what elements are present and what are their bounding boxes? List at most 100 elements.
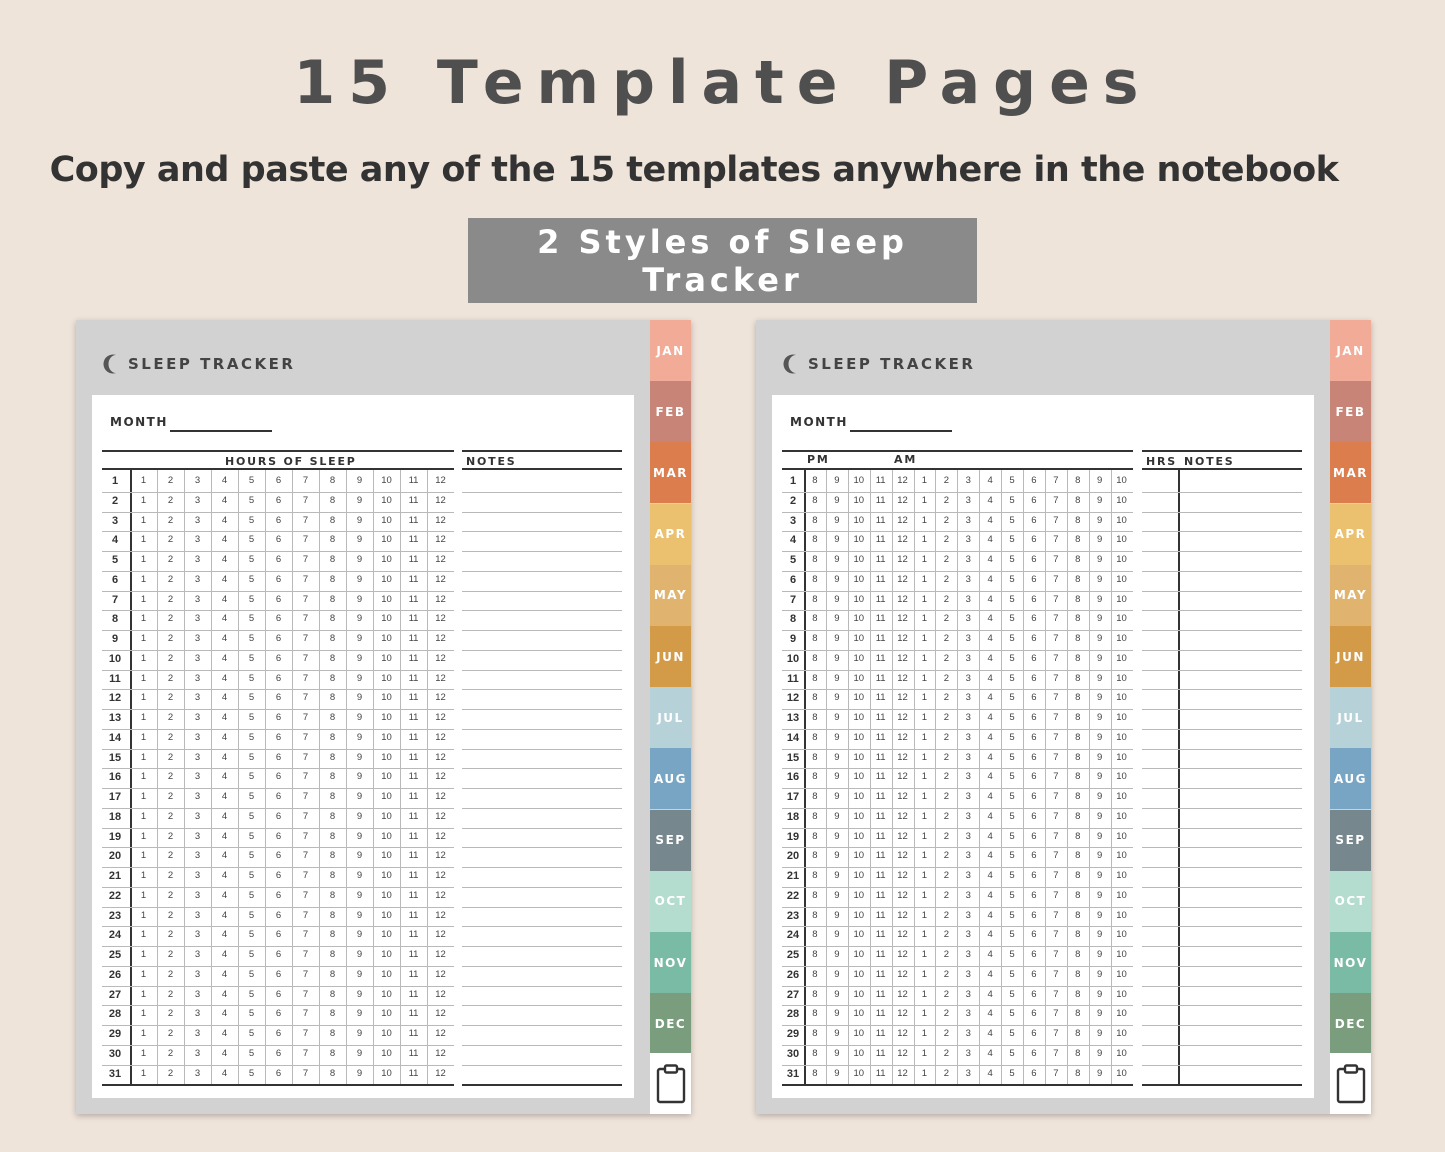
time-cell[interactable]: 3 [957,728,979,747]
time-cell[interactable]: 11 [870,945,892,964]
hour-cell[interactable]: 5 [238,530,265,549]
time-cell[interactable]: 10 [1111,965,1133,984]
hour-cell[interactable]: 8 [319,728,346,747]
time-cell[interactable]: 5 [1001,945,1023,964]
time-cell[interactable]: 1 [914,1044,936,1063]
time-cell[interactable]: 9 [826,688,848,707]
notes-line[interactable] [462,511,622,513]
hour-cell[interactable]: 1 [130,886,157,905]
hour-cell[interactable]: 9 [346,471,373,490]
time-cell[interactable]: 2 [935,570,957,589]
month-tab-apr[interactable]: APR [1330,503,1371,565]
time-cell[interactable]: 9 [826,965,848,984]
hour-cell[interactable]: 10 [373,807,400,826]
hour-cell[interactable]: 9 [346,708,373,727]
hour-cell[interactable]: 10 [373,767,400,786]
hour-cell[interactable]: 8 [319,1044,346,1063]
time-cell[interactable]: 10 [848,846,870,865]
time-cell[interactable]: 1 [914,629,936,648]
time-cell[interactable]: 1 [914,866,936,885]
time-cell[interactable]: 5 [1001,471,1023,490]
time-cell[interactable]: 9 [826,629,848,648]
time-cell[interactable]: 4 [979,1064,1001,1083]
time-cell[interactable]: 7 [1045,767,1067,786]
hour-cell[interactable]: 3 [184,866,211,885]
hour-cell[interactable]: 6 [265,688,292,707]
time-cell[interactable]: 9 [1089,925,1111,944]
time-cell[interactable]: 8 [804,965,826,984]
time-cell[interactable]: 7 [1045,886,1067,905]
time-cell[interactable]: 9 [826,609,848,628]
time-cell[interactable]: 1 [914,1064,936,1083]
hour-cell[interactable]: 7 [292,491,319,510]
hour-cell[interactable]: 6 [265,491,292,510]
hour-cell[interactable]: 2 [157,807,184,826]
time-cell[interactable]: 6 [1023,570,1045,589]
time-cell[interactable]: 7 [1045,866,1067,885]
notes-line[interactable] [1142,551,1302,552]
time-cell[interactable]: 7 [1045,550,1067,569]
time-cell[interactable]: 12 [892,728,914,747]
notes-line[interactable] [462,985,622,987]
hour-cell[interactable]: 10 [373,609,400,628]
time-cell[interactable]: 9 [1089,906,1111,925]
time-cell[interactable]: 4 [979,629,1001,648]
hour-cell[interactable]: 9 [346,629,373,648]
hour-cell[interactable]: 4 [211,471,238,490]
notes-line[interactable] [1142,985,1302,987]
time-cell[interactable]: 10 [1111,886,1133,905]
time-cell[interactable]: 1 [914,669,936,688]
notes-line[interactable] [1142,570,1302,572]
time-cell[interactable]: 12 [892,1004,914,1023]
time-cell[interactable]: 10 [1111,1064,1133,1083]
hour-cell[interactable]: 8 [319,570,346,589]
notes-line[interactable] [462,807,622,809]
time-cell[interactable]: 4 [979,491,1001,510]
time-cell[interactable]: 9 [826,1064,848,1083]
time-cell[interactable]: 8 [804,708,826,727]
time-cell[interactable]: 6 [1023,708,1045,727]
hour-cell[interactable]: 9 [346,906,373,925]
hour-cell[interactable]: 6 [265,827,292,846]
time-cell[interactable]: 12 [892,965,914,984]
time-cell[interactable]: 5 [1001,1004,1023,1023]
time-cell[interactable]: 8 [1067,866,1089,885]
hour-cell[interactable]: 6 [265,748,292,767]
hour-cell[interactable]: 7 [292,590,319,609]
month-tab-jun[interactable]: JUN [1330,626,1371,687]
time-cell[interactable]: 1 [914,807,936,826]
time-cell[interactable]: 11 [870,728,892,747]
time-cell[interactable]: 4 [979,787,1001,806]
time-cell[interactable]: 5 [1001,609,1023,628]
time-cell[interactable]: 9 [1089,886,1111,905]
hour-cell[interactable]: 11 [400,985,427,1004]
time-cell[interactable]: 12 [892,767,914,786]
time-cell[interactable]: 12 [892,609,914,628]
time-cell[interactable]: 3 [957,511,979,530]
hour-cell[interactable]: 5 [238,925,265,944]
hour-cell[interactable]: 7 [292,827,319,846]
notes-line[interactable] [1142,847,1302,849]
hour-cell[interactable]: 5 [238,1004,265,1023]
hour-cell[interactable]: 3 [184,787,211,806]
month-tab-dec[interactable]: DEC [650,993,691,1055]
notes-line[interactable] [462,1005,622,1007]
hour-cell[interactable]: 10 [373,688,400,707]
time-cell[interactable]: 2 [935,827,957,846]
time-cell[interactable]: 10 [848,550,870,569]
time-cell[interactable]: 12 [892,906,914,925]
hour-cell[interactable]: 2 [157,511,184,530]
hour-cell[interactable]: 5 [238,787,265,806]
time-cell[interactable]: 8 [1067,629,1089,648]
time-cell[interactable]: 2 [935,471,957,490]
time-cell[interactable]: 3 [957,748,979,767]
hour-cell[interactable]: 7 [292,906,319,925]
time-cell[interactable]: 12 [892,925,914,944]
hour-cell[interactable]: 7 [292,767,319,786]
time-cell[interactable]: 5 [1001,886,1023,905]
hour-cell[interactable]: 9 [346,886,373,905]
hour-cell[interactable]: 3 [184,609,211,628]
notes-line[interactable] [1142,630,1302,631]
hour-cell[interactable]: 3 [184,945,211,964]
time-cell[interactable]: 8 [804,649,826,668]
